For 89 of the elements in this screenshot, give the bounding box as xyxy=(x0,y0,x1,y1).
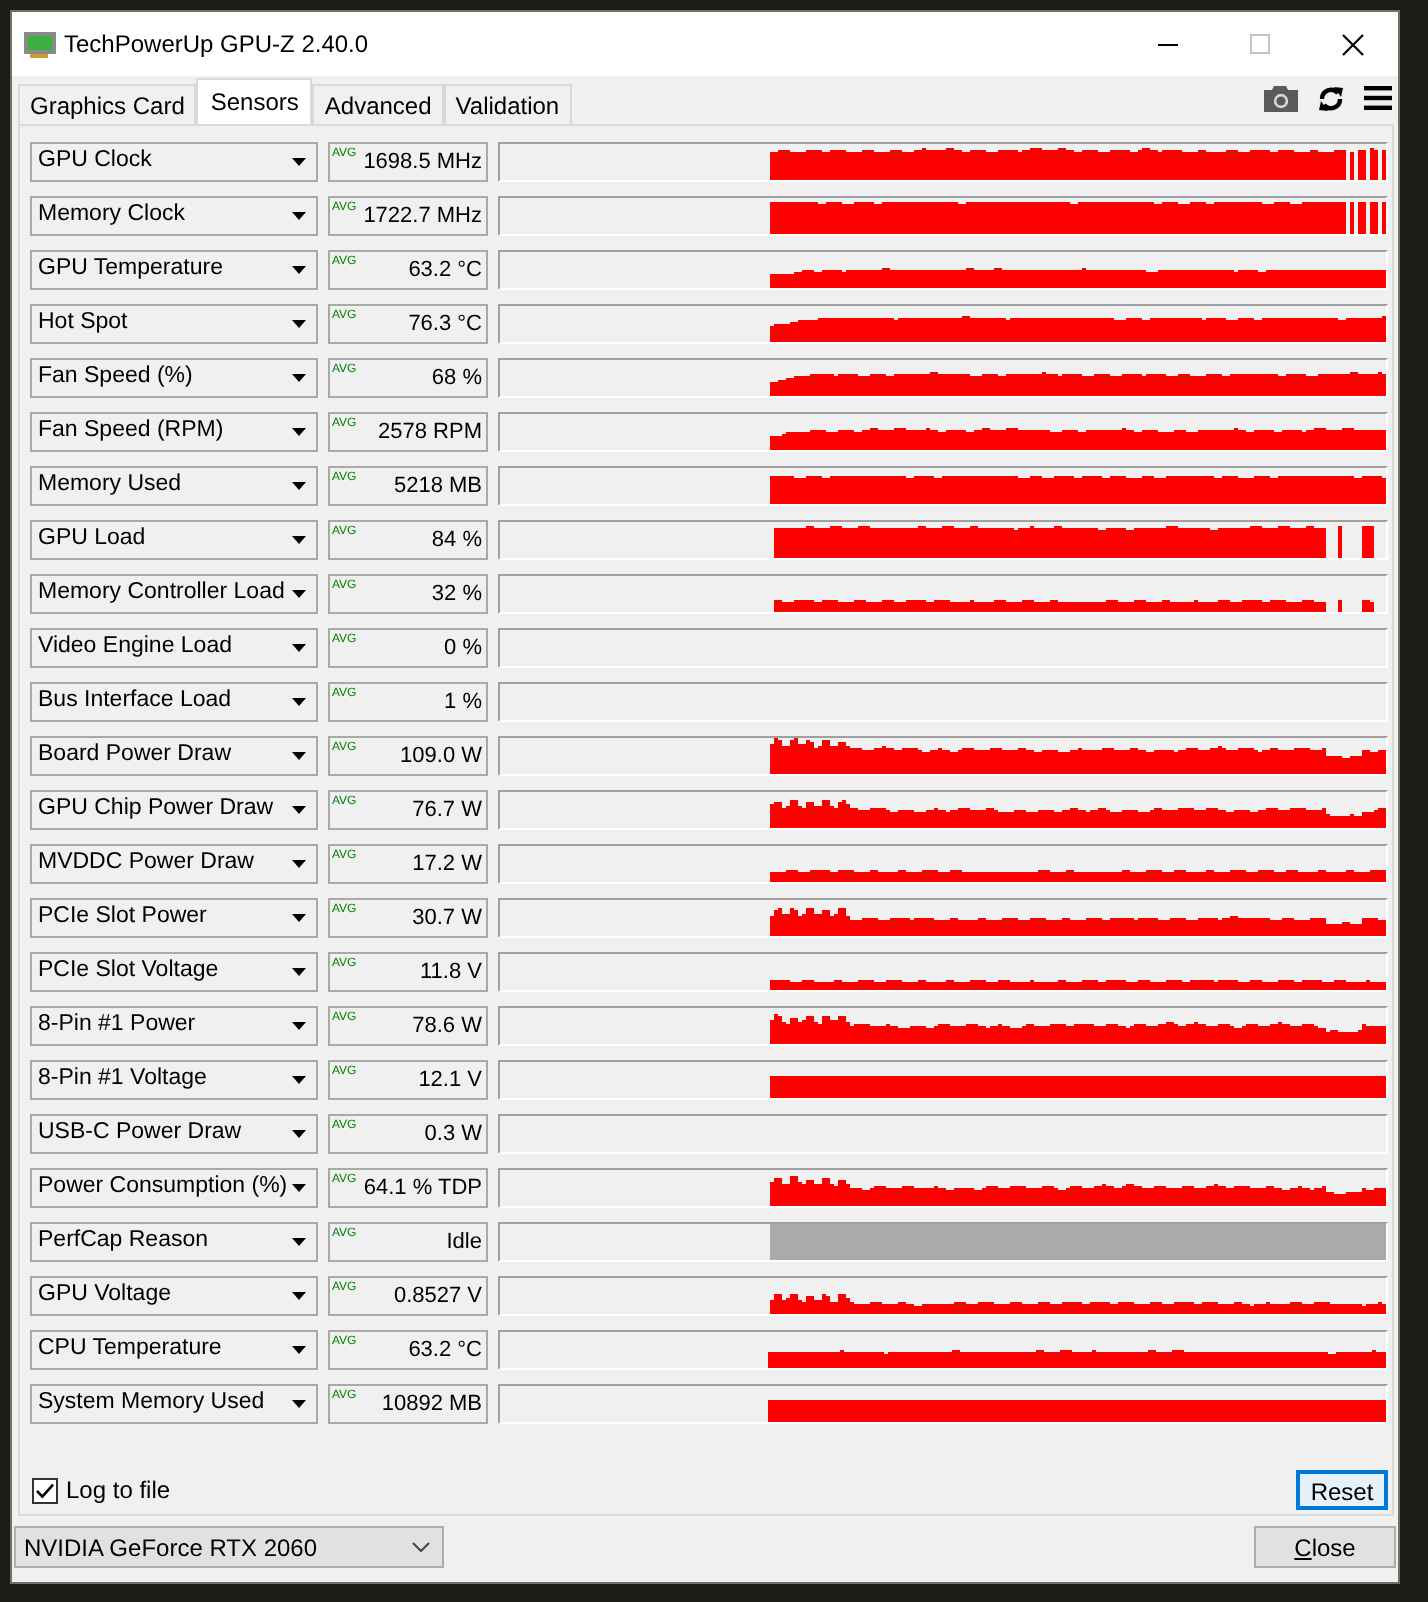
sensor-value: 1 % xyxy=(444,691,484,713)
sensor-dropdown[interactable]: Video Engine Load xyxy=(30,628,318,668)
caret-icon xyxy=(292,1184,306,1192)
sensor-value: 5218 MB xyxy=(393,475,484,497)
sensor-value: 63.2 °C xyxy=(408,1339,484,1361)
window-title: TechPowerUp GPU-Z 2.40.0 xyxy=(64,28,369,62)
minimize-icon xyxy=(1158,43,1178,45)
caret-icon xyxy=(292,374,306,382)
sensor-value: 0.8527 V xyxy=(393,1285,484,1307)
sensor-dropdown[interactable]: GPU Voltage xyxy=(30,1276,318,1316)
sensor-dropdown[interactable]: Bus Interface Load xyxy=(30,682,318,722)
sensor-value: 76.7 W xyxy=(412,799,484,821)
caret-icon xyxy=(292,266,306,274)
caret-icon xyxy=(292,590,306,598)
tab[interactable]: Validation xyxy=(443,84,572,124)
sensor-dropdown[interactable]: Board Power Draw xyxy=(30,736,318,776)
sensor-dropdown[interactable]: 8-Pin #1 Power xyxy=(30,1006,318,1046)
sensor-dropdown[interactable]: GPU Clock xyxy=(30,142,318,182)
sensor-dropdown[interactable]: Memory Controller Load xyxy=(30,574,318,614)
sensor-value: 17.2 W xyxy=(412,853,484,875)
sensor-value: 1722.7 MHz xyxy=(363,205,484,227)
graphics-card-icon xyxy=(24,31,56,57)
tab[interactable]: Sensors xyxy=(196,78,313,124)
sensor-value: 1698.5 MHz xyxy=(363,151,484,173)
camera-icon[interactable] xyxy=(1264,85,1298,111)
caret-icon xyxy=(292,320,306,328)
sensor-value: 68 % xyxy=(431,367,484,389)
menu-icon[interactable] xyxy=(1364,86,1392,110)
sensor-value: 11.8 V xyxy=(420,961,484,983)
sensor-dropdown[interactable]: GPU Temperature xyxy=(30,250,318,290)
sensor-value: 32 % xyxy=(431,583,484,605)
sensor-dropdown[interactable]: Power Consumption (%) xyxy=(30,1168,318,1208)
sensor-dropdown[interactable]: PCIe Slot Voltage xyxy=(30,952,318,992)
sensor-value: 84 % xyxy=(431,529,484,551)
sensor-dropdown[interactable]: PCIe Slot Power xyxy=(30,898,318,938)
tab[interactable]: Advanced xyxy=(312,84,444,124)
sensor-value: 0 % xyxy=(444,637,484,659)
gpu-select[interactable]: NVIDIA GeForce RTX 2060 xyxy=(14,1526,444,1568)
sensor-dropdown[interactable]: CPU Temperature xyxy=(30,1330,318,1370)
caret-icon xyxy=(292,1292,306,1300)
caret-icon xyxy=(292,752,306,760)
caret-icon xyxy=(292,536,306,544)
sensor-value: 0.3 W xyxy=(424,1123,484,1145)
caret-icon xyxy=(292,1238,306,1246)
sensor-value: 12.1 V xyxy=(418,1069,484,1091)
sensor-dropdown[interactable]: Fan Speed (%) xyxy=(30,358,318,398)
sensor-dropdown[interactable]: PerfCap Reason xyxy=(30,1222,318,1262)
sensor-value: 78.6 W xyxy=(412,1015,484,1037)
sensor-value: 63.2 °C xyxy=(408,259,484,281)
sensor-value: 76.3 °C xyxy=(408,313,484,335)
caret-icon xyxy=(292,1022,306,1030)
sensor-dropdown[interactable]: Hot Spot xyxy=(30,304,318,344)
sensor-dropdown[interactable]: USB-C Power Draw xyxy=(30,1114,318,1154)
chevron-icon xyxy=(412,1542,430,1552)
caret-icon xyxy=(292,806,306,814)
close-icon xyxy=(1341,33,1363,55)
checkbox[interactable] xyxy=(32,1477,58,1503)
sensor-value: 64.1 % TDP xyxy=(363,1177,484,1199)
sensor-dropdown[interactable]: MVDDC Power Draw xyxy=(30,844,318,884)
refresh-icon[interactable] xyxy=(1318,85,1344,111)
caret-icon xyxy=(292,914,306,922)
caret-icon xyxy=(292,212,306,220)
sensor-value: Idle xyxy=(446,1231,484,1253)
sensor-dropdown[interactable]: Memory Clock xyxy=(30,196,318,236)
checkbox-label[interactable]: Log to file xyxy=(66,1472,171,1508)
caret-icon xyxy=(292,1346,306,1354)
sensor-value: 30.7 W xyxy=(412,907,484,929)
sensor-value: 10892 MB xyxy=(381,1393,484,1415)
caret-icon xyxy=(292,968,306,976)
sensor-dropdown[interactable]: Fan Speed (RPM) xyxy=(30,412,318,452)
caret-icon xyxy=(292,482,306,490)
sensor-value: 109.0 W xyxy=(400,745,484,767)
reset-button[interactable]: Reset xyxy=(1296,1470,1388,1510)
caret-icon xyxy=(292,1076,306,1084)
caret-icon xyxy=(292,1400,306,1408)
sensor-dropdown[interactable]: System Memory Used xyxy=(30,1384,318,1424)
sensor-dropdown[interactable]: GPU Chip Power Draw xyxy=(30,790,318,830)
caret-icon xyxy=(292,698,306,706)
sensor-dropdown[interactable]: 8-Pin #1 Voltage xyxy=(30,1060,318,1100)
close-button[interactable]: Close xyxy=(1254,1526,1396,1568)
sensor-dropdown[interactable]: Memory Used xyxy=(30,466,318,506)
caret-icon xyxy=(292,644,306,652)
tab[interactable]: Graphics Card xyxy=(18,84,197,124)
caret-icon xyxy=(292,158,306,166)
caret-icon xyxy=(292,1130,306,1138)
caret-icon xyxy=(292,860,306,868)
sensor-dropdown[interactable]: GPU Load xyxy=(30,520,318,560)
sensor-value: 2578 RPM xyxy=(378,421,484,443)
caret-icon xyxy=(292,428,306,436)
